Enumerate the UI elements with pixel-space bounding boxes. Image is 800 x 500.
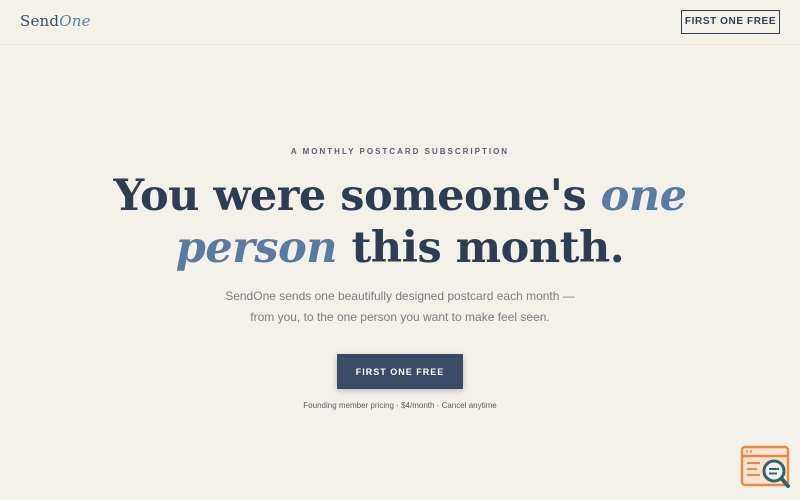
headline-part-1: You were someone's xyxy=(113,171,601,221)
logo-regular-text: Send xyxy=(20,12,60,30)
subtitle-line-1: SendOne sends one beautifully designed p… xyxy=(225,289,575,303)
search-document-widget[interactable] xyxy=(740,445,792,491)
pricing-fine-print: Founding member pricing · $4/month · Can… xyxy=(303,401,497,410)
hero-first-one-free-button[interactable]: FIRST ONE FREE xyxy=(337,354,463,389)
logo-italic-text: One xyxy=(59,12,91,30)
headline-part-2: this month. xyxy=(337,223,625,273)
search-document-icon xyxy=(740,445,790,488)
subtitle-line-2: from you, to the one person you want to … xyxy=(250,310,550,324)
eyebrow-text: A MONTHLY POSTCARD SUBSCRIPTION xyxy=(290,147,510,156)
site-header: SendOne FIRST ONE FREE xyxy=(0,0,800,45)
hero-headline: You were someone's one person this month… xyxy=(100,170,700,274)
logo[interactable]: SendOne xyxy=(20,12,91,30)
hero-subtitle: SendOne sends one beautifully designed p… xyxy=(200,286,600,328)
header-first-one-free-button[interactable]: FIRST ONE FREE xyxy=(681,10,780,34)
